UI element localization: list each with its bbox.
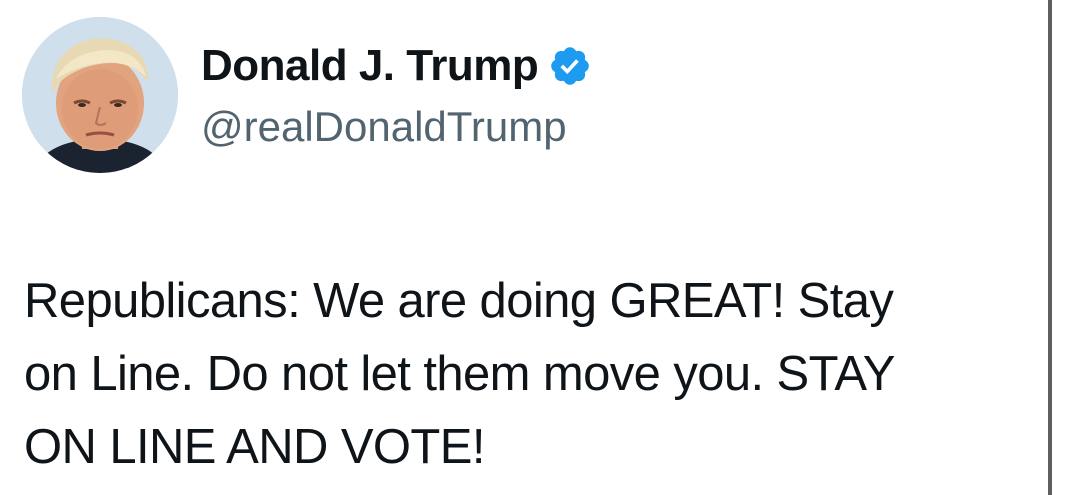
author-name-row: Donald J. Trump [201, 38, 592, 94]
verified-badge-icon[interactable] [548, 44, 592, 88]
profile-photo [22, 17, 178, 173]
author-display-name[interactable]: Donald J. Trump [201, 41, 539, 91]
author-handle[interactable]: @realDonaldTrump [201, 103, 567, 151]
tweet-text: Republicans: We are doing GREAT! Stay on… [24, 274, 895, 474]
tweet-card[interactable]: Donald J. Trump @realDonaldTrump Republi… [0, 0, 1050, 495]
divider [1048, 0, 1052, 495]
avatar[interactable] [22, 17, 178, 173]
